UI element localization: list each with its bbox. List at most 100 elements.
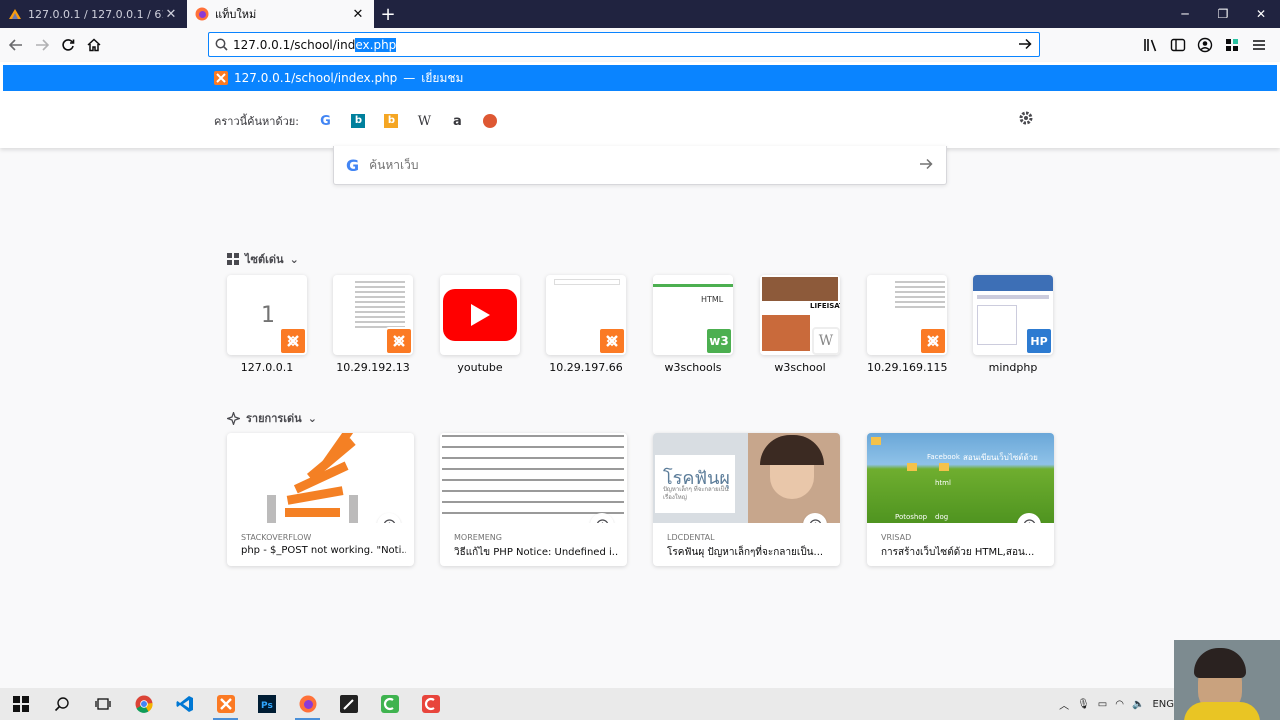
site-thumbnail: 1 (227, 275, 307, 355)
windows-logo-icon (12, 696, 29, 712)
thumb-text: LIFEISAT (810, 302, 840, 310)
tab-phpmyadmin[interactable]: 127.0.0.1 / 127.0.0.1 / 6135101234 ✕ (0, 0, 187, 28)
url-text[interactable]: 127.0.0.1/school/index.php (233, 37, 397, 52)
one-off-search: คราวนี้ค้นหาด้วย: G b b W a (214, 110, 507, 132)
home-button[interactable] (81, 32, 107, 58)
sidebar-icon[interactable] (1164, 32, 1191, 58)
xampp-taskbar-button[interactable] (205, 688, 246, 720)
badge-text: W (818, 333, 834, 349)
library-icon[interactable] (1137, 32, 1164, 58)
suggestion-url: 127.0.0.1/school/index.php (234, 71, 398, 85)
photoshop-taskbar-button[interactable]: Ps (246, 688, 287, 720)
site-label: mindphp (988, 361, 1038, 374)
taskbar-search-button[interactable] (41, 688, 82, 720)
highlight-card[interactable]: STACKOVERFLOW php - $_POST not working. … (227, 433, 414, 566)
start-button[interactable] (0, 688, 41, 720)
extensions-icon[interactable] (1218, 32, 1245, 58)
site-thumbnail (440, 275, 520, 355)
desktop-icon-label: Facebook (927, 453, 960, 461)
page-preview (973, 275, 1053, 291)
close-tab-icon[interactable]: ✕ (163, 7, 179, 22)
photoshop-icon: Ps (257, 695, 276, 713)
battery-icon[interactable]: ▭ (1098, 699, 1107, 710)
task-view-icon (94, 698, 111, 710)
top-site-tile[interactable]: 10.29.197.66 (546, 275, 626, 374)
wifi-icon[interactable]: ◠ (1115, 699, 1124, 710)
web-search-box[interactable]: G ค้นหาเว็บ (333, 146, 947, 185)
minimize-button[interactable]: ─ (1166, 0, 1204, 28)
new-tab-button[interactable]: + (374, 0, 402, 28)
bing-engine-icon[interactable]: b (342, 110, 375, 132)
close-window-button[interactable]: ✕ (1242, 0, 1280, 28)
chevron-up-icon[interactable]: ︿ (1059, 697, 1069, 712)
top-site-tile[interactable]: 10.29.169.115 (867, 275, 947, 374)
php-notice-preview (442, 435, 624, 514)
top-site-tile[interactable]: 10.29.192.13 (333, 275, 413, 374)
desktop-icon-label: html (935, 479, 951, 487)
tripadvisor-engine-icon[interactable]: b (375, 110, 408, 132)
navigation-toolbar: 127.0.0.1/school/index.php (0, 28, 1280, 62)
thumb-text: HTML (701, 295, 724, 304)
app-taskbar-button[interactable] (328, 688, 369, 720)
page-preview (762, 277, 838, 301)
top-site-tile[interactable]: HP mindphp (973, 275, 1053, 374)
camtasia-recorder-taskbar-button[interactable] (410, 688, 451, 720)
search-submit-arrow-icon[interactable] (918, 156, 934, 175)
page-preview (895, 281, 945, 311)
top-site-tile[interactable]: 1 127.0.0.1 (227, 275, 307, 374)
top-site-tile[interactable]: HTML w3 w3schools (653, 275, 733, 374)
maximize-button[interactable]: ❐ (1204, 0, 1242, 28)
page-preview (653, 275, 733, 287)
site-label: w3schools (664, 361, 722, 374)
highlight-card[interactable]: สอนเขียนเว็บไซต์ด้วย Facebook html Potos… (867, 433, 1054, 566)
back-button[interactable] (3, 32, 29, 58)
site-label: 10.29.192.13 (336, 361, 410, 374)
volume-icon[interactable]: 🔈 (1132, 699, 1144, 710)
close-tab-icon[interactable]: ✕ (350, 7, 366, 22)
highlights-header[interactable]: รายการเด่น ⌄ (227, 409, 317, 427)
page-preview (977, 305, 1017, 345)
chrome-taskbar-button[interactable] (123, 688, 164, 720)
toolbar-right (1137, 32, 1272, 58)
card-source: MOREMENG (454, 533, 502, 542)
search-settings-gear-icon[interactable] (1018, 110, 1034, 129)
top-sites-header[interactable]: ไซต์เด่น ⌄ (227, 250, 299, 268)
card-image (227, 433, 414, 523)
top-site-tile[interactable]: LIFEISAT W w3school (760, 275, 840, 374)
top-site-tile[interactable]: youtube (440, 275, 520, 374)
camtasia-taskbar-button[interactable] (369, 688, 410, 720)
highlight-card[interactable]: MOREMENG วิธีแก้ไข PHP Notice: Undefined… (440, 433, 627, 566)
camtasia-red-icon (421, 695, 440, 713)
language-indicator[interactable]: ENG (1152, 699, 1174, 710)
highlight-card[interactable]: โรคฟันผุ ปัญหาเล็กๆ ที่จะกลายเป็นเรื่องใ… (653, 433, 840, 566)
tab-new-tab[interactable]: แท็บใหม่ ✕ (187, 0, 374, 28)
account-icon[interactable] (1191, 32, 1218, 58)
menu-icon[interactable] (1245, 32, 1272, 58)
wikipedia-engine-icon[interactable]: W (408, 110, 441, 132)
amazon-engine-icon[interactable]: a (441, 110, 474, 132)
suggestion-action: เยี่ยมชม (421, 70, 464, 85)
go-arrow-icon[interactable] (1017, 36, 1033, 55)
wikipedia-badge-icon: W (812, 327, 840, 355)
suggestion-row[interactable]: 127.0.0.1/school/index.php — เยี่ยมชม (3, 65, 1277, 91)
task-view-button[interactable] (82, 688, 123, 720)
card-title: วิธีแก้ไข PHP Notice: Undefined i... (454, 547, 619, 558)
sparkle-icon (227, 411, 240, 425)
google-engine-icon[interactable]: G (309, 110, 342, 132)
address-bar[interactable]: 127.0.0.1/school/index.php (208, 32, 1040, 57)
page-preview (355, 281, 405, 331)
highlights-label: รายการเด่น (246, 412, 302, 425)
card-image-subtext: ปัญหาเล็กๆ ที่จะกลายเป็นเรื่องใหญ่ (663, 486, 729, 501)
microphone-icon[interactable]: 🎙 (1077, 699, 1090, 710)
site-thumbnail: HP (973, 275, 1053, 355)
vscode-taskbar-button[interactable] (164, 688, 205, 720)
site-label: 10.29.169.115 (867, 361, 948, 374)
reload-button[interactable] (55, 32, 81, 58)
chrome-icon (135, 695, 153, 713)
system-tray: ︿ 🎙 ▭ ◠ 🔈 ENG (1059, 688, 1174, 720)
forward-button[interactable] (29, 32, 55, 58)
firefox-taskbar-button[interactable] (287, 688, 328, 720)
firefox-icon (195, 7, 209, 21)
site-thumbnail (546, 275, 626, 355)
duckduckgo-engine-icon[interactable] (474, 110, 507, 132)
